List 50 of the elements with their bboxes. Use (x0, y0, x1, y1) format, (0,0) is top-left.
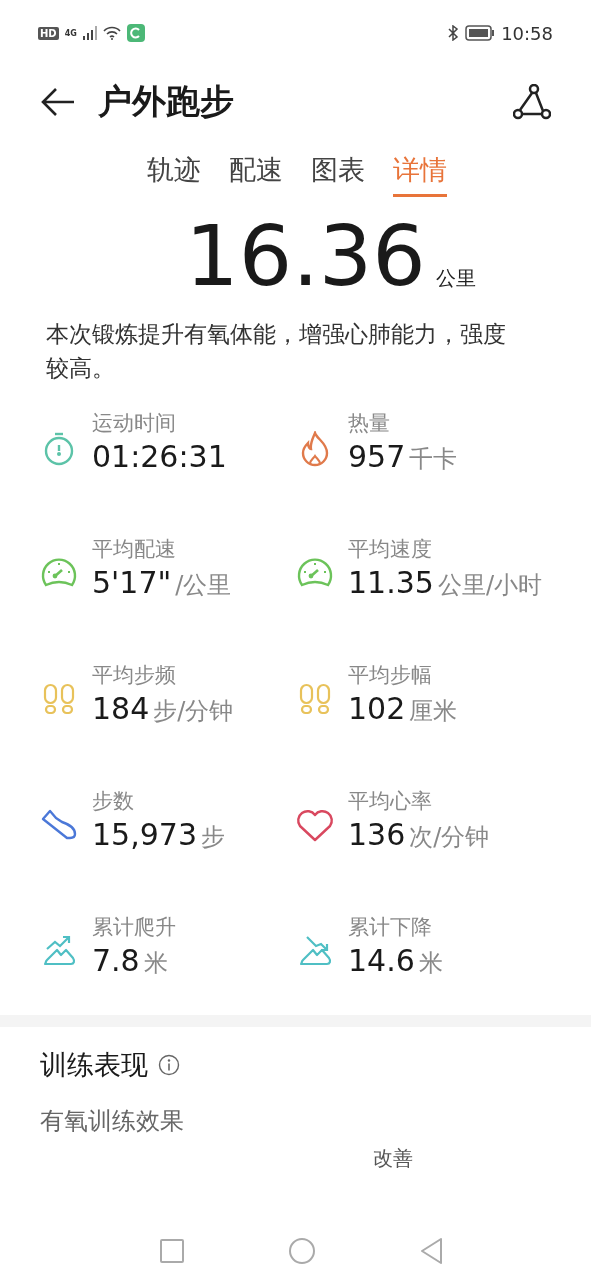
stat-unit: 千卡 (409, 444, 458, 475)
page-title: 户外跑步 (98, 80, 235, 123)
stat-label: 累计下降 (348, 914, 433, 941)
hd-badge: HD (38, 26, 59, 40)
stat-value: 184 (92, 691, 150, 726)
workout-description: 本次锻炼提升有氧体能，增强心肺能力，强度较高。 (46, 320, 507, 383)
distance-value: 16.36 (185, 206, 426, 307)
section-title: 训练表现 (40, 1048, 148, 1082)
stat-label: 步数 (92, 788, 135, 815)
route-button[interactable] (513, 84, 551, 120)
stat-unit: 米 (418, 948, 443, 979)
back-button[interactable] (40, 86, 76, 118)
stat-label: 平均心率 (348, 788, 433, 815)
signal-icon (82, 26, 97, 40)
stat-value: 5'17" (92, 565, 172, 600)
tab[interactable]: 图表 (310, 152, 365, 197)
stat-label: 平均速度 (348, 536, 433, 563)
stat-value: 136 (348, 817, 406, 852)
clock-time: 10:58 (501, 22, 553, 44)
tab[interactable]: 轨迹 (146, 152, 201, 197)
wifi-icon (102, 26, 121, 40)
stat-unit: 厘米 (409, 696, 458, 727)
bluetooth-icon (447, 25, 460, 41)
stat-value: 7.8 (92, 943, 140, 978)
info-icon[interactable] (158, 1054, 180, 1076)
stat-unit: 步 (201, 822, 225, 853)
section-subtitle: 有氧训练效果 (40, 1106, 185, 1137)
level-label: 改善 (373, 1145, 414, 1172)
distance-unit: 公里 (435, 265, 476, 292)
stat-value: 102 (348, 691, 406, 726)
app-icon (126, 24, 145, 42)
stat-value: 11.35 (348, 565, 434, 600)
stat-label: 运动时间 (92, 410, 177, 437)
stat-value: 14.6 (348, 943, 415, 978)
stat-label: 热量 (348, 410, 391, 437)
stat-unit: 米 (143, 948, 168, 979)
tab[interactable]: 配速 (228, 152, 283, 197)
stat-unit: 公里/小时 (437, 570, 542, 601)
stat-label: 平均配速 (92, 536, 177, 563)
stat-label: 累计爬升 (92, 914, 176, 941)
stat-unit: 次/分钟 (409, 822, 490, 853)
stat-value: 15,973 (92, 817, 197, 852)
stat-label: 平均步幅 (348, 662, 433, 689)
stat-value: 01:26:31 (92, 439, 227, 474)
stat-value: 957 (348, 439, 406, 474)
network-type: 4G (64, 28, 77, 38)
stat-label: 平均步频 (92, 662, 177, 689)
stat-unit: 步/分钟 (153, 696, 234, 727)
battery-icon (465, 25, 496, 41)
stat-unit: /公里 (175, 570, 232, 601)
